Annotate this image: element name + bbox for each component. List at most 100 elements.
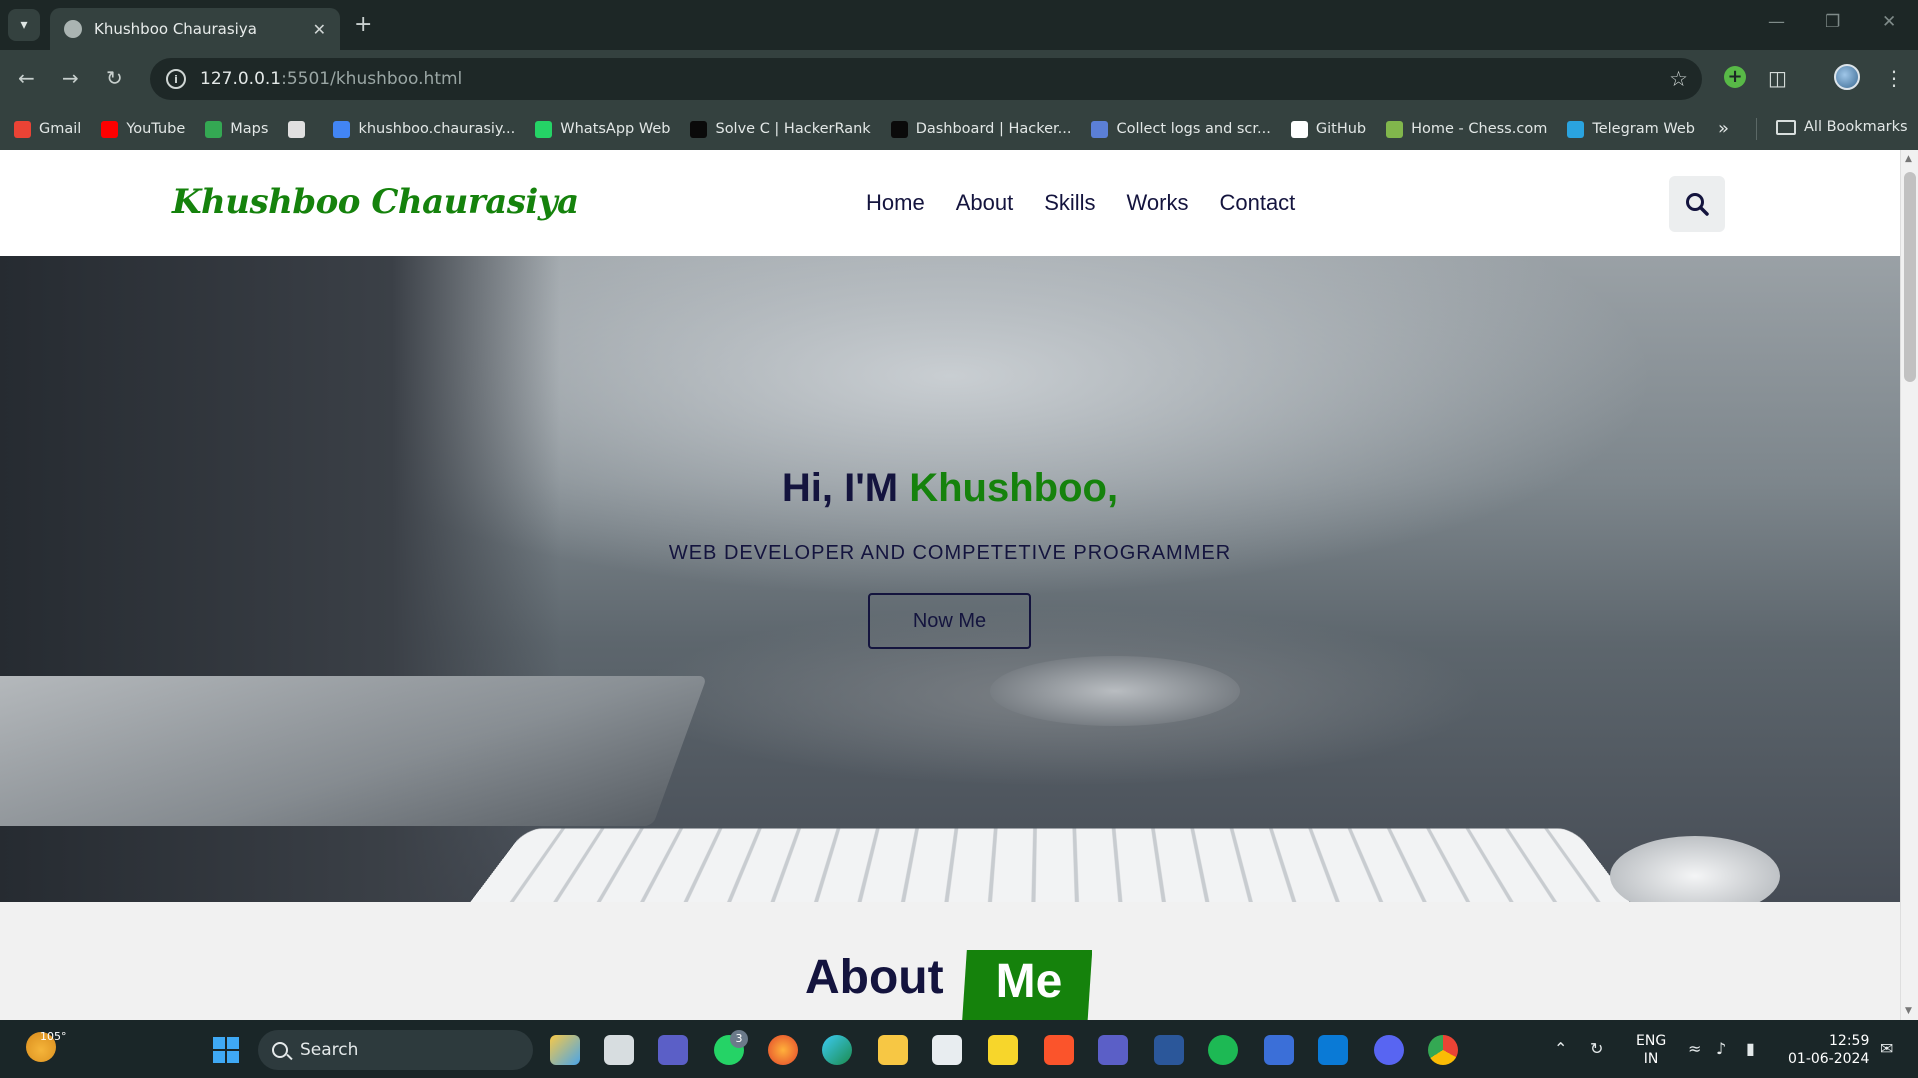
site-logo[interactable]: Khushboo Chaurasiya xyxy=(172,182,579,222)
bookmarks-bar: Gmail YouTube Maps khushboo.chaurasiy... Wha… xyxy=(0,108,1918,150)
active-tab[interactable]: Khushboo Chaurasiya ✕ xyxy=(50,8,340,50)
all-bookmarks-button[interactable]: All Bookmarks xyxy=(1776,119,1908,135)
whiteboard-icon[interactable] xyxy=(1264,1035,1294,1065)
bookmark-item[interactable]: WhatsApp Web xyxy=(535,121,670,138)
hero-content: Hi, I'M Khushboo, WEB DEVELOPER AND COMP… xyxy=(0,256,1900,902)
teams-chat-icon[interactable] xyxy=(658,1035,688,1065)
bookmark-item[interactable]: Home - Chess.com xyxy=(1386,121,1547,138)
chevron-up-icon[interactable]: ⌃ xyxy=(1554,1039,1567,1058)
windows-start-icon[interactable] xyxy=(213,1037,239,1063)
bookmark-label: Home - Chess.com xyxy=(1411,121,1547,137)
scroll-down-arrow[interactable]: ▼ xyxy=(1905,1006,1912,1016)
bookmark-favicon-icon xyxy=(101,121,118,138)
snipping-tool-icon[interactable] xyxy=(932,1035,962,1065)
site-info-icon[interactable]: i xyxy=(166,69,186,89)
new-tab-button[interactable]: + xyxy=(354,12,372,37)
discord-icon[interactable] xyxy=(1374,1035,1404,1065)
bookmark-favicon-icon xyxy=(333,121,350,138)
bookmark-item[interactable]: YouTube xyxy=(101,121,185,138)
profile-avatar[interactable] xyxy=(1834,64,1860,90)
taskbar-search[interactable]: Search xyxy=(258,1030,533,1070)
firefox-icon[interactable] xyxy=(768,1035,798,1065)
taskbar-search-label: Search xyxy=(300,1040,358,1060)
sticky-notes-icon[interactable] xyxy=(988,1035,1018,1065)
bookmark-favicon-icon xyxy=(1386,121,1403,138)
tab-search-button[interactable]: ▾ xyxy=(8,9,40,41)
wifi-icon[interactable]: ≈ xyxy=(1688,1039,1701,1058)
brave-icon[interactable] xyxy=(1044,1035,1074,1065)
copilot-icon[interactable] xyxy=(550,1035,580,1065)
bookmark-item[interactable]: khushboo.chaurasiy... xyxy=(333,121,515,138)
bookmark-item[interactable]: Solve C | HackerRank xyxy=(690,121,870,138)
notifications-icon[interactable]: ✉ xyxy=(1880,1039,1893,1058)
page-viewport: Khushboo Chaurasiya Home About Skills Wo… xyxy=(0,150,1918,1020)
bookmark-item[interactable]: Maps xyxy=(205,121,268,138)
menu-kebab-icon[interactable]: ⋮ xyxy=(1884,66,1904,90)
bookmark-favicon-icon xyxy=(1567,121,1584,138)
bookmark-item[interactable]: Telegram Web xyxy=(1567,121,1695,138)
language-indicator[interactable]: ENG IN xyxy=(1636,1032,1666,1068)
bookmark-item[interactable]: Dashboard | Hacker... xyxy=(891,121,1072,138)
extension-icon[interactable]: + xyxy=(1724,66,1746,88)
about-heading: About Me xyxy=(805,950,1092,1020)
taskbar-clock[interactable]: 12:59 01-06-2024 xyxy=(1788,1032,1869,1068)
restore-button[interactable]: ❐ xyxy=(1825,12,1840,32)
page-scrollbar[interactable]: ▲ ▼ xyxy=(1900,150,1918,1020)
bookmark-star-icon[interactable]: ☆ xyxy=(1669,67,1688,91)
search-icon xyxy=(1684,191,1710,217)
hero-cta-button[interactable]: Now Me xyxy=(868,593,1031,649)
bookmark-label: Telegram Web xyxy=(1592,121,1695,137)
nav-skills[interactable]: Skills xyxy=(1044,190,1095,216)
nav-contact[interactable]: Contact xyxy=(1219,190,1295,216)
bookmark-favicon-icon xyxy=(205,121,222,138)
folder-icon xyxy=(1776,120,1796,135)
file-explorer-icon[interactable] xyxy=(878,1035,908,1065)
whatsapp-badge: 3 xyxy=(730,1030,748,1048)
nav-home[interactable]: Home xyxy=(866,190,925,216)
bookmark-favicon-icon xyxy=(535,121,552,138)
vscode-icon[interactable] xyxy=(1318,1035,1348,1065)
browser-toolbar: ← → ↻ i 127.0.0.1:5501/khushboo.html ☆ +… xyxy=(0,50,1918,108)
reload-button[interactable]: ↻ xyxy=(106,66,123,90)
volume-icon[interactable]: ♪ xyxy=(1716,1039,1726,1058)
scrollbar-thumb[interactable] xyxy=(1904,172,1916,382)
bookmark-favicon-icon xyxy=(14,121,31,138)
spotify-icon[interactable] xyxy=(1208,1035,1238,1065)
battery-icon[interactable]: ▮ xyxy=(1746,1039,1755,1058)
hero-subtitle: WEB DEVELOPER AND COMPETETIVE PROGRAMMER xyxy=(0,542,1900,565)
bookmark-item[interactable]: GitHub xyxy=(1291,121,1366,138)
edge-icon[interactable] xyxy=(822,1035,852,1065)
bookmark-favicon-icon xyxy=(891,121,908,138)
bookmark-item[interactable]: Collect logs and scr... xyxy=(1091,121,1270,138)
hero-name: Khushboo, xyxy=(909,466,1118,510)
bookmark-label: WhatsApp Web xyxy=(560,121,670,137)
forward-button[interactable]: → xyxy=(62,66,79,90)
scroll-up-arrow[interactable]: ▲ xyxy=(1905,154,1912,164)
address-bar[interactable]: i 127.0.0.1:5501/khushboo.html ☆ xyxy=(150,58,1702,100)
word-icon[interactable] xyxy=(1154,1035,1184,1065)
windows-taskbar: 105° Search 3 ⌃ ↻ ENG IN ≈ ♪ ▮ 12:59 01-06… xyxy=(0,1020,1918,1078)
nav-about[interactable]: About xyxy=(956,190,1014,216)
bookmark-label: Collect logs and scr... xyxy=(1116,121,1270,137)
sync-icon[interactable]: ↻ xyxy=(1590,1039,1603,1058)
close-tab-icon[interactable]: ✕ xyxy=(313,20,326,39)
teams-icon[interactable] xyxy=(1098,1035,1128,1065)
url-text: 127.0.0.1:5501/khushboo.html xyxy=(200,69,462,89)
extensions-puzzle-icon[interactable]: ◫ xyxy=(1768,66,1787,90)
bookmark-favicon-icon xyxy=(1291,121,1308,138)
chrome-icon[interactable] xyxy=(1428,1035,1458,1065)
bookmark-favicon-icon xyxy=(1091,121,1108,138)
main-nav: Home About Skills Works Contact xyxy=(866,190,1295,216)
search-button[interactable] xyxy=(1669,176,1725,232)
close-window-button[interactable]: ✕ xyxy=(1882,12,1896,32)
minimize-button[interactable]: — xyxy=(1768,12,1785,32)
back-button[interactable]: ← xyxy=(18,66,35,90)
about-section: About Me xyxy=(0,902,1900,1020)
bookmark-item[interactable] xyxy=(288,121,313,138)
bookmark-item[interactable]: Gmail xyxy=(14,121,81,138)
nav-works[interactable]: Works xyxy=(1127,190,1189,216)
task-view-icon[interactable] xyxy=(604,1035,634,1065)
more-bookmarks-icon[interactable]: » xyxy=(1718,118,1729,139)
tab-title: Khushboo Chaurasiya xyxy=(94,20,313,38)
site-header: Khushboo Chaurasiya Home About Skills Wo… xyxy=(0,150,1900,256)
